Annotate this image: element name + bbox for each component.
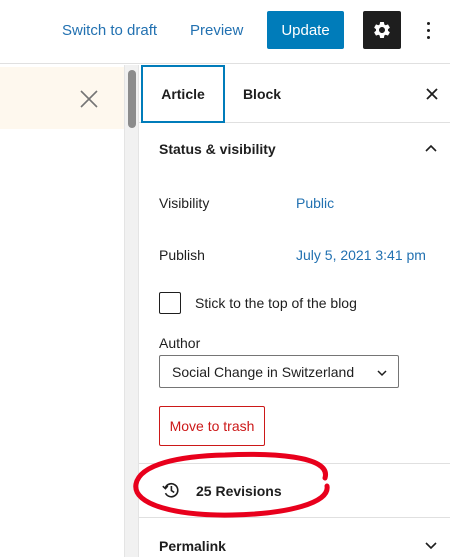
status-visibility-toggle[interactable]: Status & visibility <box>139 123 450 175</box>
scrollbar[interactable] <box>124 65 139 557</box>
revisions-label: 25 Revisions <box>196 483 282 499</box>
history-icon <box>162 482 179 498</box>
editor-toolbar: Switch to draft Preview Update <box>0 0 450 64</box>
gear-icon <box>374 21 390 38</box>
scrollbar-thumb[interactable] <box>128 70 136 128</box>
settings-button[interactable] <box>363 11 401 49</box>
update-button[interactable]: Update <box>267 11 344 49</box>
author-select[interactable]: Social Change in Switzerland <box>159 355 399 388</box>
preview-button[interactable]: Preview <box>190 22 243 39</box>
permalink-title: Permalink <box>159 538 226 554</box>
tab-block[interactable]: Block <box>231 65 293 123</box>
settings-sidebar: Article Block Status & visibility Visibi… <box>139 65 450 557</box>
publish-label: Publish <box>159 247 205 263</box>
author-label: Author <box>159 335 201 351</box>
chevron-down-icon <box>377 370 387 377</box>
visibility-label: Visibility <box>159 195 210 211</box>
switch-to-draft-button[interactable]: Switch to draft <box>62 22 157 39</box>
sidebar-tabs: Article Block <box>139 65 450 123</box>
chevron-down-icon <box>425 542 437 550</box>
revisions-button[interactable]: 25 Revisions <box>139 464 450 516</box>
close-icon[interactable] <box>423 85 441 103</box>
editor-notice <box>0 67 124 129</box>
panel-title: Status & visibility <box>159 141 276 157</box>
permalink-toggle[interactable]: Permalink <box>139 518 450 557</box>
chevron-up-icon <box>425 144 437 152</box>
publish-date-button[interactable]: July 5, 2021 3:41 pm <box>296 247 426 263</box>
move-to-trash-button[interactable]: Move to trash <box>159 406 265 446</box>
stick-to-top-checkbox[interactable] <box>159 292 181 314</box>
more-options-button[interactable] <box>420 12 436 48</box>
visibility-value-button[interactable]: Public <box>296 195 334 211</box>
author-select-value: Social Change in Switzerland <box>172 363 355 380</box>
tab-article[interactable]: Article <box>141 65 225 123</box>
stick-to-top-label: Stick to the top of the blog <box>195 295 357 311</box>
more-vertical-icon <box>426 21 430 25</box>
editor-canvas <box>0 65 124 557</box>
close-icon[interactable] <box>78 88 100 110</box>
